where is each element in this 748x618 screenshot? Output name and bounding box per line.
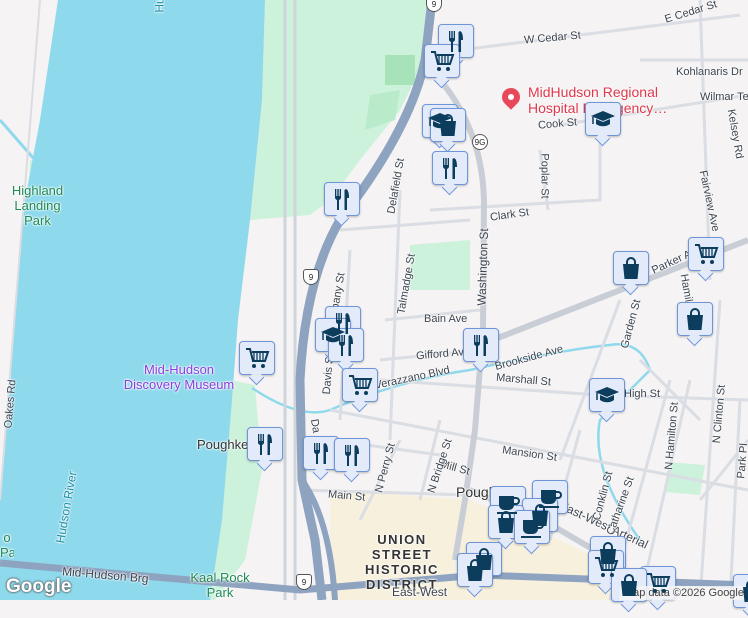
grocery-marker[interactable]	[342, 368, 378, 402]
restaurant-marker[interactable]	[247, 427, 283, 461]
restaurant-marker[interactable]	[432, 151, 468, 185]
street-dutchess: Da	[307, 418, 323, 434]
grocery-marker[interactable]	[424, 44, 460, 78]
street-park-pl: Park Pl	[735, 442, 748, 480]
restaurant-marker[interactable]	[328, 328, 364, 362]
education-icon	[591, 111, 615, 127]
restaurant-icon	[338, 335, 353, 356]
shopping-icon	[687, 308, 703, 330]
shopping-marker[interactable]	[457, 553, 493, 587]
restaurant-icon	[257, 434, 272, 455]
park-area	[410, 240, 470, 290]
shopping-icon	[743, 581, 748, 602]
restaurant-marker[interactable]	[303, 436, 339, 470]
street-poplar: Poplar St	[538, 153, 551, 199]
district-label: UNION STREET HISTORIC DISTRICT	[365, 532, 439, 592]
restaurant-marker[interactable]	[463, 328, 499, 362]
shopping-icon	[467, 559, 483, 581]
grocery-icon	[246, 348, 270, 368]
coffee-icon	[521, 520, 544, 538]
grocery-marker[interactable]	[688, 237, 724, 271]
shopping-marker[interactable]	[677, 302, 713, 336]
coffee-marker[interactable]	[514, 510, 550, 544]
city-label-left: Poughke	[197, 437, 249, 452]
street-kohlanaris: Kohlanaris Dr	[676, 66, 743, 78]
street-high: High St	[624, 388, 661, 400]
park-area	[385, 55, 415, 85]
restaurant-icon	[473, 335, 488, 356]
education-marker[interactable]	[585, 102, 621, 136]
shopping-marker[interactable]	[611, 568, 647, 602]
grocery-marker[interactable]	[640, 566, 676, 600]
park-label-partial: o Park	[0, 530, 14, 560]
restaurant-icon	[344, 445, 359, 466]
us9-shield-south: 9	[296, 574, 312, 590]
restaurant-icon	[313, 443, 328, 464]
road-label-east-west: East-West	[392, 585, 448, 599]
shopping-icon	[440, 114, 456, 136]
ny9g-shield: 9G	[472, 134, 488, 150]
grocery-icon	[431, 51, 455, 71]
river-label-top: Hu	[152, 0, 167, 13]
park-label-highland-landing: Highland Landing Park	[11, 183, 64, 228]
street-wilmar: Wilmar Te	[700, 91, 748, 103]
education-icon	[595, 387, 619, 403]
us9-shield: 9	[303, 269, 319, 285]
restaurant-marker[interactable]	[334, 438, 370, 472]
restaurant-marker[interactable]	[324, 182, 360, 216]
street-washington: Washington St	[474, 227, 492, 307]
restaurant-icon	[334, 189, 349, 210]
restaurant-icon	[442, 158, 457, 179]
grocery-icon	[349, 375, 373, 395]
street-bain: Bain Ave	[424, 313, 468, 325]
shopping-icon	[623, 257, 639, 279]
park-area	[365, 90, 400, 130]
google-logo: Google	[6, 576, 72, 597]
shopping-marker[interactable]	[430, 108, 466, 142]
grocery-icon	[695, 244, 719, 264]
shopping-marker[interactable]	[613, 251, 649, 285]
shopping-icon	[498, 511, 514, 533]
poi-museum[interactable]: Mid-Hudson Discovery Museum	[118, 362, 240, 392]
park-label-kaal-rock: Kaal Rock Park	[190, 570, 250, 600]
grocery-icon	[647, 573, 671, 593]
shopping-icon	[621, 574, 637, 596]
grocery-marker[interactable]	[239, 341, 275, 375]
education-marker[interactable]	[589, 378, 625, 412]
